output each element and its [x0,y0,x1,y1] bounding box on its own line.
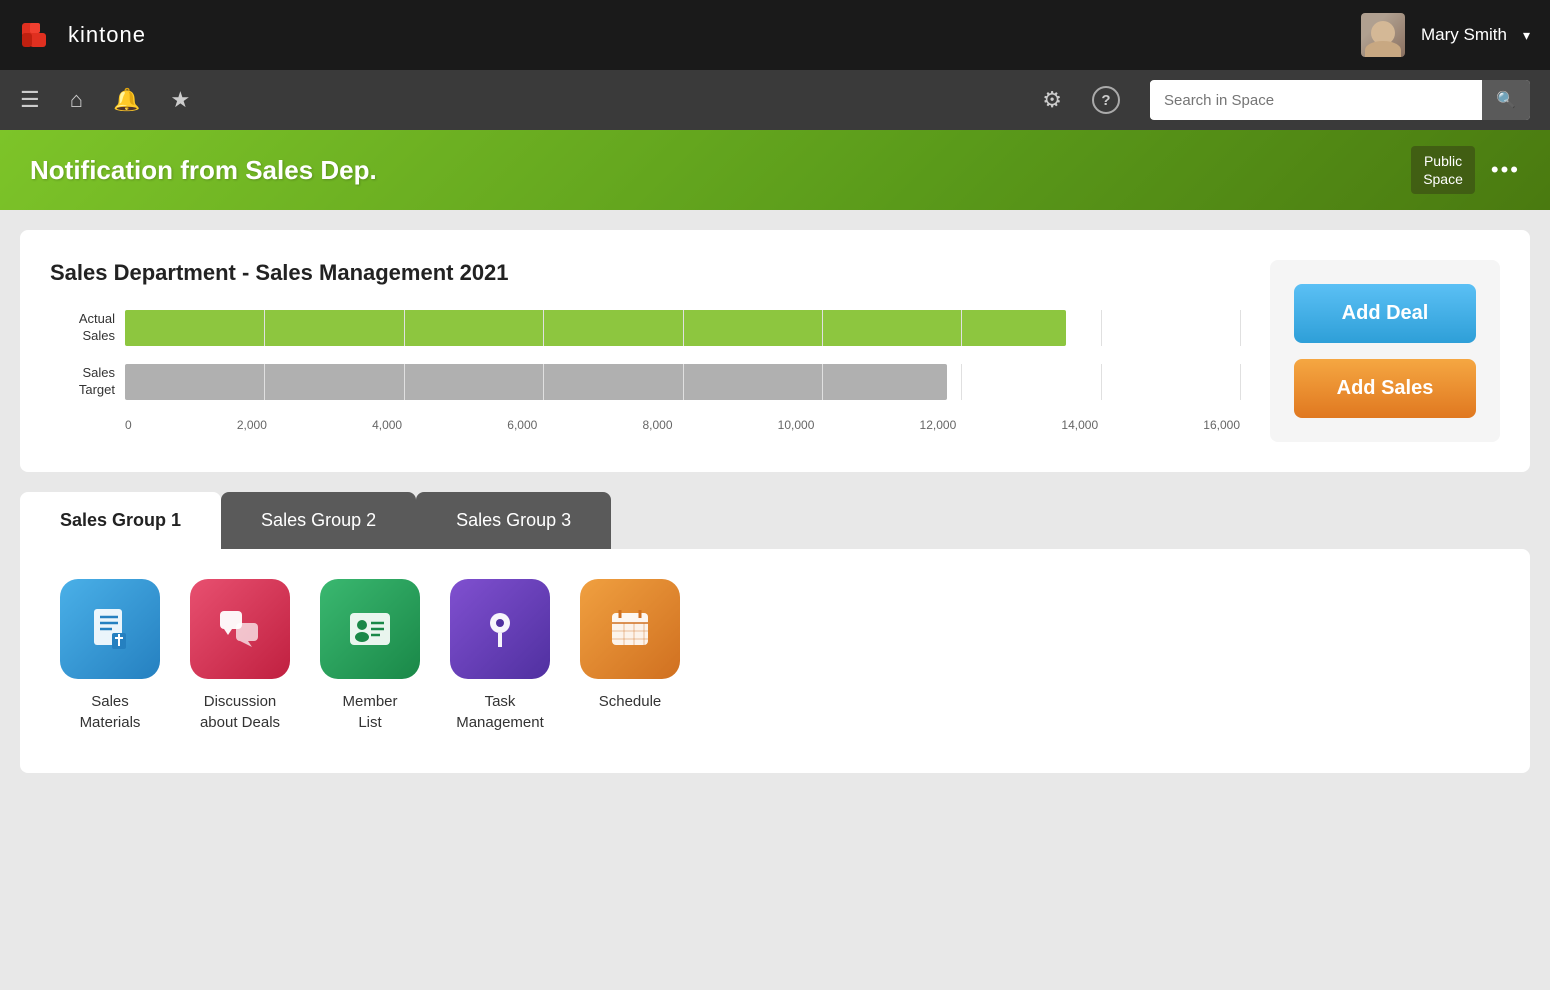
app-icon-task-management [450,579,550,679]
app-schedule[interactable]: Schedule [580,579,680,733]
chart-title: Sales Department - Sales Management 2021 [50,260,1240,286]
app-icon-schedule [580,579,680,679]
app-icon-member-list [320,579,420,679]
tabs-apps-section: Sales Group 1 Sales Group 2 Sales Group … [20,492,1530,773]
app-member-list[interactable]: MemberList [320,579,420,733]
app-label-sales-materials: SalesMaterials [80,691,141,733]
chart-card: Sales Department - Sales Management 2021… [20,230,1530,472]
user-dropdown-arrow[interactable]: ▾ [1523,27,1530,44]
bar-fill-target [125,364,947,400]
logo-text: kintone [68,22,146,48]
chart-section: Sales Department - Sales Management 2021… [50,260,1240,432]
banner: Notification from Sales Dep. Public Spac… [0,130,1550,210]
bar-fill-actual [125,310,1066,346]
bar-row-actual: ActualSales [50,310,1240,346]
sales-materials-svg [84,603,136,655]
logo-svg [20,15,60,55]
menu-icon[interactable]: ☰ [20,87,40,113]
second-navbar: ☰ ⌂ 🔔 ★ ⚙ ? 🔍 [0,70,1550,130]
banner-right: Public Space ••• [1411,146,1520,194]
tab-sales-group-3[interactable]: Sales Group 3 [416,492,611,549]
public-space-label: Public Space [1411,146,1475,194]
bar-label-target: SalesTarget [50,365,115,399]
app-task-management[interactable]: TaskManagement [450,579,550,733]
kintone-logo[interactable]: kintone [20,15,146,55]
user-area: Mary Smith ▾ [1361,13,1530,57]
app-label-member-list: MemberList [342,691,397,733]
tabs-row: Sales Group 1 Sales Group 2 Sales Group … [20,492,1530,549]
bar-chart: ActualSales [50,310,1240,432]
top-navbar: kintone Mary Smith ▾ [0,0,1550,70]
user-name: Mary Smith [1421,25,1507,45]
bar-track-target [125,364,1240,400]
x-axis: 0 2,000 4,000 6,000 8,000 10,000 12,000 … [50,418,1240,432]
schedule-svg [604,603,656,655]
apps-grid: SalesMaterials Discussionabout Deals [60,579,1490,733]
bar-label-actual: ActualSales [50,311,115,345]
search-input[interactable] [1150,82,1482,119]
help-icon[interactable]: ? [1092,86,1120,114]
app-sales-materials[interactable]: SalesMaterials [60,579,160,733]
discussion-svg [214,603,266,655]
bar-track-actual [125,310,1240,346]
search-button[interactable]: 🔍 [1482,80,1530,120]
gear-icon[interactable]: ⚙ [1042,87,1062,113]
banner-title: Notification from Sales Dep. [30,155,377,186]
bell-icon[interactable]: 🔔 [113,87,140,113]
more-options-button[interactable]: ••• [1491,157,1520,183]
bar-row-target: SalesTarget [50,364,1240,400]
app-discussion-deals[interactable]: Discussionabout Deals [190,579,290,733]
add-deal-button[interactable]: Add Deal [1294,284,1476,343]
member-list-svg [344,603,396,655]
avatar [1361,13,1405,57]
logo-area: kintone [20,15,146,55]
tab-sales-group-2[interactable]: Sales Group 2 [221,492,416,549]
search-container: 🔍 [1150,80,1530,120]
buttons-panel: Add Deal Add Sales [1270,260,1500,442]
star-icon[interactable]: ★ [170,87,190,113]
app-icon-discussion-deals [190,579,290,679]
task-mgmt-svg [474,603,526,655]
main-content: Sales Department - Sales Management 2021… [0,210,1550,793]
app-label-discussion-deals: Discussionabout Deals [200,691,280,733]
app-label-schedule: Schedule [599,691,662,712]
apps-card: SalesMaterials Discussionabout Deals [20,549,1530,773]
app-icon-sales-materials [60,579,160,679]
home-icon[interactable]: ⌂ [70,87,83,113]
app-label-task-management: TaskManagement [456,691,544,733]
tab-sales-group-1[interactable]: Sales Group 1 [20,492,221,549]
add-sales-button[interactable]: Add Sales [1294,359,1476,418]
